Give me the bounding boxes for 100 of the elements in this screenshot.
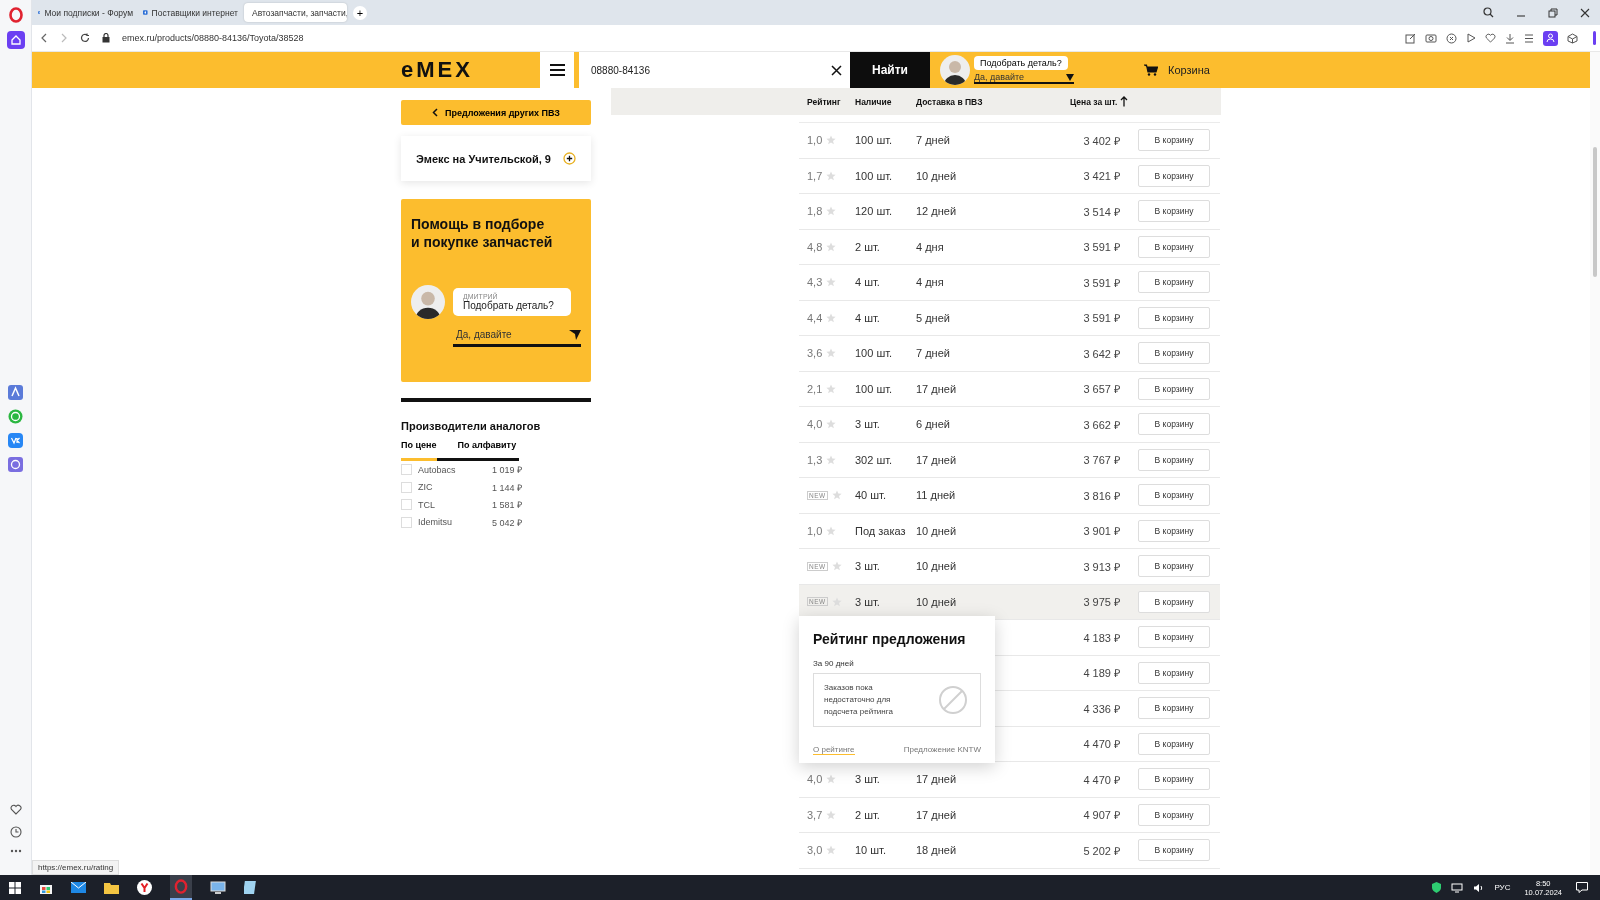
new-tab-button[interactable]: + (353, 5, 367, 20)
mail-icon[interactable] (71, 882, 86, 893)
app-icon[interactable] (8, 433, 23, 448)
checkbox[interactable] (401, 481, 412, 493)
star-icon[interactable] (826, 170, 837, 181)
reply-field[interactable]: Да, давайте (453, 329, 569, 341)
add-to-cart-button[interactable]: В корзину (1138, 271, 1210, 294)
add-to-cart-button[interactable]: В корзину (1138, 697, 1210, 720)
checkbox[interactable] (401, 464, 412, 476)
network-icon[interactable] (1451, 882, 1464, 893)
star-icon[interactable] (826, 206, 837, 217)
add-to-cart-button[interactable]: В корзину (1138, 555, 1210, 578)
add-to-cart-button[interactable]: В корзину (1138, 732, 1210, 755)
logo[interactable]: eMEX (401, 57, 540, 83)
more-icon[interactable] (9, 849, 22, 853)
star-icon[interactable] (826, 312, 837, 323)
sort-tab[interactable]: По алфавиту (457, 440, 520, 461)
add-to-cart-button[interactable]: В корзину (1138, 377, 1210, 400)
star-icon[interactable] (826, 383, 837, 394)
star-icon[interactable] (826, 809, 837, 820)
heart-icon[interactable] (9, 804, 22, 815)
profile-button[interactable] (1543, 30, 1558, 46)
menu-button[interactable] (540, 52, 574, 88)
add-to-cart-button[interactable]: В корзину (1138, 164, 1210, 187)
play-icon[interactable] (1466, 33, 1476, 43)
pickup-point-card[interactable]: Эмекс на Учительской, 9 (401, 136, 591, 181)
search-field[interactable]: 08880-84136 (589, 63, 831, 77)
column-header[interactable]: Рейтинг (807, 96, 855, 107)
cube-icon[interactable] (1567, 32, 1578, 44)
add-to-cart-button[interactable]: В корзину (1138, 590, 1210, 613)
star-icon[interactable] (826, 277, 837, 288)
edit-icon[interactable] (1405, 32, 1416, 44)
star-icon[interactable] (826, 241, 837, 252)
send-icon[interactable] (569, 329, 581, 340)
sort-arrow-icon[interactable] (1120, 96, 1129, 107)
popup-link[interactable]: О рейтинге (813, 745, 855, 755)
column-header[interactable]: Цена за шт. (1070, 96, 1118, 107)
restore-icon[interactable] (1548, 7, 1558, 18)
browser-tab[interactable]: Поставщики интернет (139, 3, 242, 22)
heart-icon[interactable] (1485, 33, 1496, 43)
add-to-cart-button[interactable]: В корзину (1138, 200, 1210, 223)
clear-icon[interactable] (831, 64, 842, 76)
column-header[interactable]: Доставка в ПВЗ (916, 96, 1070, 107)
folder-icon[interactable] (104, 881, 119, 894)
add-to-cart-button[interactable]: В корзину (1138, 626, 1210, 649)
star-icon[interactable] (831, 490, 842, 501)
windows-logo-icon[interactable] (9, 881, 21, 894)
checkbox[interactable] (401, 516, 412, 528)
language-indicator[interactable]: РУС (1494, 883, 1511, 892)
star-icon[interactable] (826, 419, 837, 430)
back-button[interactable]: Предложения других ПВЗ (401, 100, 591, 125)
add-to-cart-button[interactable]: В корзину (1138, 519, 1210, 542)
add-to-cart-button[interactable]: В корзину (1138, 661, 1210, 684)
star-icon[interactable] (826, 845, 837, 856)
app-icon[interactable] (8, 385, 23, 400)
add-to-cart-button[interactable]: В корзину (1138, 839, 1210, 862)
star-icon[interactable] (826, 348, 837, 359)
column-header[interactable]: Наличие (855, 96, 916, 107)
star-icon[interactable] (826, 525, 837, 536)
add-to-cart-button[interactable]: В корзину (1138, 129, 1210, 152)
notification-icon[interactable] (1576, 882, 1588, 893)
reload-icon[interactable] (80, 33, 90, 43)
star-icon[interactable] (831, 561, 842, 572)
add-to-cart-button[interactable]: В корзину (1138, 342, 1210, 365)
add-to-cart-button[interactable]: В корзину (1138, 413, 1210, 436)
search-button[interactable]: Найти (850, 52, 930, 88)
clock-icon[interactable] (9, 826, 22, 838)
add-to-cart-button[interactable]: В корзину (1138, 235, 1210, 258)
browser-y-icon[interactable] (137, 880, 152, 895)
search-box[interactable]: 08880-84136 (579, 52, 850, 88)
browser-tab[interactable]: Мои подписки - Форум (34, 3, 137, 22)
star-icon[interactable] (826, 774, 837, 785)
sort-tab[interactable]: По цене (401, 440, 438, 461)
cart-icon[interactable] (1144, 64, 1158, 76)
add-to-cart-button[interactable]: В корзину (1138, 768, 1210, 791)
camera-icon[interactable] (1425, 33, 1437, 43)
computer-icon[interactable] (210, 880, 226, 895)
add-to-cart-button[interactable]: В корзину (1138, 306, 1210, 329)
star-icon[interactable] (826, 454, 837, 465)
add-to-cart-button[interactable]: В корзину (1138, 803, 1210, 826)
menu-icon[interactable] (1524, 33, 1534, 43)
notepad-icon[interactable] (244, 880, 257, 895)
star-icon[interactable] (826, 135, 837, 146)
browser-tab[interactable]: Автозапчасти, запчасти, (244, 3, 347, 22)
send-icon[interactable] (1066, 73, 1074, 81)
popup-link[interactable]: Предложение KNTW (903, 745, 981, 755)
add-to-cart-button[interactable]: В корзину (1138, 484, 1210, 507)
add-to-cart-button[interactable]: В корзину (1138, 448, 1210, 471)
search-icon[interactable] (1483, 7, 1494, 18)
checkbox[interactable] (401, 499, 412, 511)
cart-link[interactable]: Корзина (1168, 64, 1210, 76)
sidebar-toggle[interactable] (1593, 31, 1596, 45)
scrollbar-thumb[interactable] (1593, 147, 1597, 277)
speaker-icon[interactable] (1473, 882, 1485, 893)
plus-circle-icon[interactable] (563, 152, 576, 165)
reply-field[interactable]: Да, давайте (974, 72, 1066, 82)
opera-logo-icon[interactable] (8, 7, 23, 23)
address-field[interactable]: emex.ru/products/08880-84136/Toyota/38528 (122, 33, 304, 43)
close-icon[interactable] (1580, 7, 1590, 18)
home-button[interactable] (6, 31, 25, 49)
